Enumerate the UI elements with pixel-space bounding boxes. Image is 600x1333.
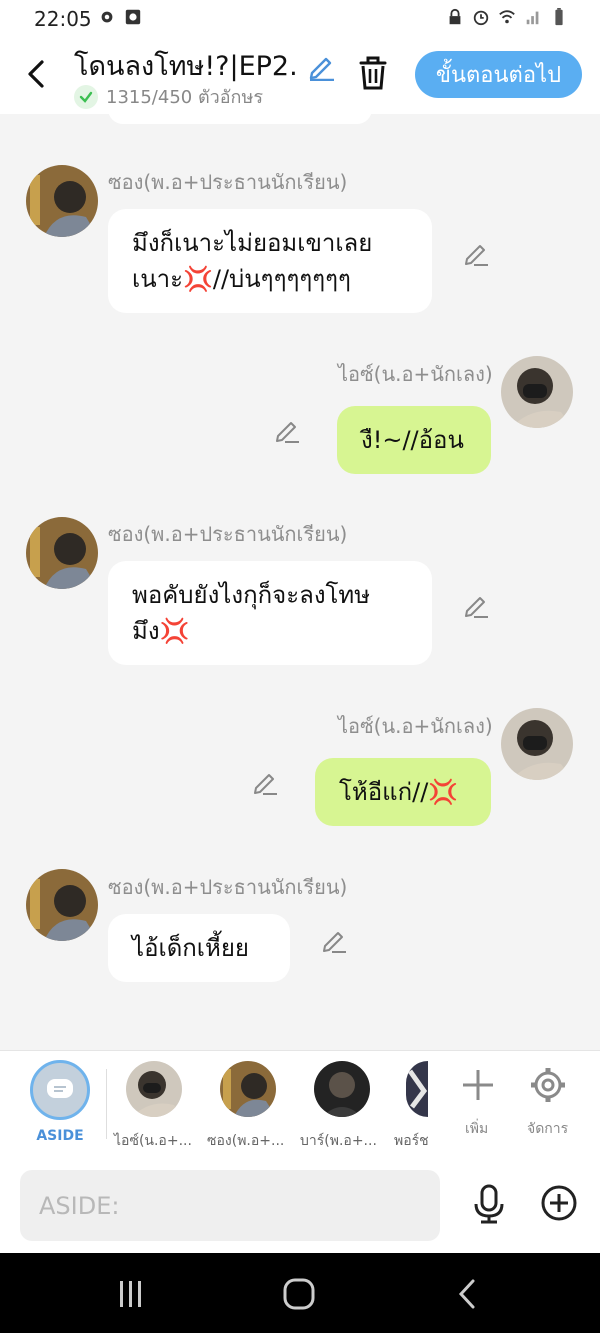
- character-label: พอร์ช: [394, 1133, 428, 1149]
- message-bubble[interactable]: มึงก็เนาะไม่ยอมเขาเลย เนาะ💢//บ่นๆๆๆๆๆๆๆ: [108, 209, 432, 313]
- avatar-ice[interactable]: [501, 356, 573, 428]
- sender-name: ซอง(พ.อ+ประธานนักเรียน): [108, 875, 348, 899]
- character-label: ซอง(พ.อ+...: [207, 1133, 285, 1149]
- add-content-icon[interactable]: [540, 1184, 578, 1222]
- character-avatar-ice[interactable]: [126, 1061, 182, 1117]
- input-area: [0, 1158, 600, 1253]
- sender-name: ซอง(พ.อ+ประธานนักเรียน): [108, 522, 348, 546]
- message-bubble[interactable]: พอคับยังไงกุก็จะลงโทษ มึง💢: [108, 561, 432, 665]
- trash-icon[interactable]: [356, 54, 390, 92]
- message-text-line: งื!~//อ้อน: [361, 426, 464, 454]
- header: โดนลงโทษ!?|EP2. 1315/450 ตัวอักษร ขั้นตอ…: [0, 38, 600, 114]
- message-bubble[interactable]: งื!~//อ้อน: [337, 406, 491, 474]
- message-bubble[interactable]: โห้อีแก่//💢: [315, 758, 491, 826]
- system-navigation-bar: [0, 1253, 600, 1333]
- message-bubble[interactable]: ไอ้เด็กเหี้ยย: [108, 914, 290, 982]
- divider: [106, 1069, 107, 1139]
- app-notification-icon: [125, 9, 141, 25]
- sender-name: ไอซ์(น.อ+นักเลง): [338, 714, 493, 738]
- status-time: 22:05: [34, 7, 92, 31]
- edit-message-icon[interactable]: [251, 768, 279, 796]
- chat-bubble-icon: [47, 1079, 73, 1098]
- avatar-song[interactable]: [26, 165, 98, 237]
- add-label: เพิ่ม: [465, 1121, 489, 1137]
- story-title: โดนลงโทษ!?|EP2.: [74, 51, 298, 82]
- message-text-line: พอคับยังไงกุก็จะลงโทษ: [132, 581, 371, 609]
- message-text-line: มึง💢: [132, 617, 190, 645]
- message-text-line: ไอ้เด็กเหี้ยย: [132, 934, 249, 962]
- character-label: บาร์(พ.อ+...: [300, 1133, 377, 1149]
- edit-message-icon[interactable]: [273, 416, 301, 444]
- message-text-line: มึงก็เนาะไม่ยอมเขาเลย: [132, 229, 373, 257]
- message-text-line: เนาะ💢//บ่นๆๆๆๆๆๆๆ: [132, 265, 351, 293]
- settings-icon: [101, 11, 113, 23]
- aside-button[interactable]: [30, 1060, 90, 1120]
- message-input[interactable]: [20, 1170, 440, 1241]
- next-step-button[interactable]: ขั้นตอนต่อไป: [415, 51, 582, 98]
- edit-message-icon[interactable]: [462, 591, 490, 619]
- edit-title-icon[interactable]: [306, 51, 336, 81]
- char-count: 1315/450 ตัวอักษร: [106, 87, 263, 108]
- edit-message-icon[interactable]: [462, 239, 490, 267]
- status-bar: 22:05: [0, 0, 600, 38]
- aside-label: ASIDE: [36, 1128, 84, 1144]
- avatar-song[interactable]: [26, 869, 98, 941]
- sender-name: ไอซ์(น.อ+นักเลง): [338, 362, 493, 386]
- lock-icon: [449, 8, 461, 25]
- battery-icon: [555, 8, 563, 26]
- avatar-song[interactable]: [26, 517, 98, 589]
- character-label: ไอซ์(น.อ+...: [114, 1133, 192, 1149]
- sender-name: ซอง(พ.อ+ประธานนักเรียน): [108, 170, 348, 194]
- back-arrow-icon[interactable]: [24, 56, 50, 92]
- add-character-icon[interactable]: [458, 1065, 498, 1105]
- character-selector-bar: ASIDE ไอซ์(น.อ+... ซอง(พ.อ+... บาร์(พ.อ+…: [0, 1050, 600, 1158]
- back-nav-icon[interactable]: [455, 1277, 479, 1311]
- message-text-line: โห้อีแก่//💢: [339, 778, 459, 806]
- check-icon: [74, 84, 98, 109]
- chat-area: ซอง(พ.อ+ประธานนักเรียน) มึงก็เนาะไม่ยอมเ…: [0, 114, 600, 1050]
- wifi-icon: [499, 10, 515, 24]
- recent-apps-icon[interactable]: [116, 1279, 146, 1309]
- signal-icon: [526, 11, 539, 25]
- gear-icon[interactable]: [528, 1065, 568, 1105]
- previous-message-bubble: [108, 114, 372, 124]
- manage-label: จัดการ: [527, 1121, 569, 1137]
- character-avatar-bar[interactable]: [314, 1061, 370, 1117]
- avatar-ice[interactable]: [501, 708, 573, 780]
- character-avatar-song[interactable]: [220, 1061, 276, 1117]
- character-avatar-porsche[interactable]: [406, 1061, 428, 1117]
- microphone-icon[interactable]: [472, 1184, 506, 1224]
- home-icon[interactable]: [282, 1277, 316, 1311]
- edit-message-icon[interactable]: [320, 926, 348, 954]
- alarm-icon: [473, 10, 489, 26]
